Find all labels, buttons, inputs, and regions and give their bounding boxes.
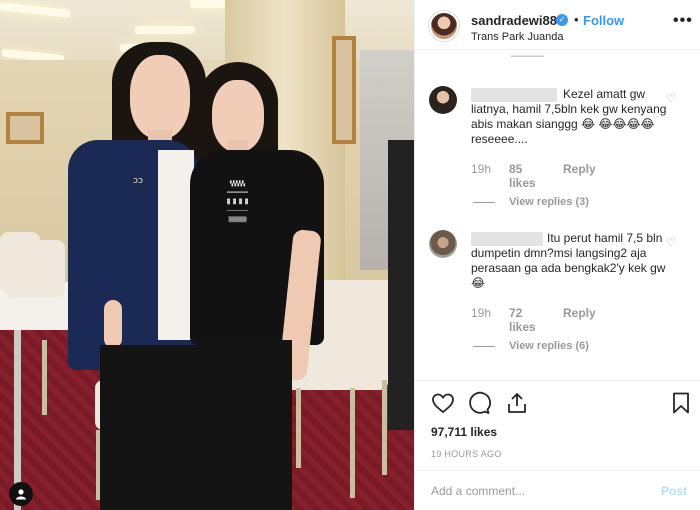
comment-time[interactable]: 19h [471, 306, 491, 320]
comment-like-icon[interactable]: ♡ [666, 92, 676, 105]
reply-button[interactable]: Reply [563, 306, 596, 320]
black-pants [100, 345, 200, 510]
post-timestamp[interactable]: 19 HOURS AGO [431, 449, 502, 459]
wall-picture-frame [332, 36, 356, 144]
comment-time[interactable]: 19h [471, 162, 491, 176]
verified-badge-icon: ✓ [556, 14, 568, 26]
post-comment-button[interactable]: Post [661, 484, 687, 498]
post-actions: 97,711 likes 19 HOURS AGO [415, 380, 700, 470]
view-replies-button[interactable]: View replies (3) [473, 196, 589, 208]
commenter-avatar[interactable] [429, 86, 457, 114]
scrolled-view-replies: ——— [511, 50, 554, 62]
author-avatar[interactable] [429, 11, 459, 41]
add-comment-input[interactable] [431, 483, 631, 499]
face [130, 55, 190, 139]
more-options-icon[interactable]: ••• [673, 12, 693, 30]
author-username[interactable]: sandradewi88 [471, 13, 557, 28]
comment-text: Kezel amatt gw liatnya, hamil 7,5bln kek… [471, 87, 667, 146]
share-icon[interactable] [505, 391, 529, 415]
wall-picture-frame [6, 112, 44, 144]
bystander [388, 140, 414, 430]
tshirt-print: ▚▚▚▚▚ ═══════ ▓ ▓ ▓ ▓ ─────── ▒▒▒▒▒▒ [226, 181, 249, 223]
post-likes-count[interactable]: 97,711 likes [431, 425, 497, 439]
post-header: sandradewi88 ✓ • Follow Trans Park Juand… [415, 0, 700, 50]
commenter-avatar[interactable] [429, 230, 457, 258]
view-replies-button[interactable]: View replies (6) [473, 340, 589, 352]
tagged-users-button[interactable] [9, 482, 33, 506]
add-comment-bar: Post [415, 470, 700, 510]
comment-likes[interactable]: 85 likes [509, 162, 536, 190]
comment-likes[interactable]: 72 likes [509, 306, 536, 334]
instagram-user-icon [16, 489, 26, 500]
white-top [158, 150, 194, 340]
post-side-panel: sandradewi88 ✓ • Follow Trans Park Juand… [414, 0, 700, 510]
location-link[interactable]: Trans Park Juanda [471, 31, 564, 43]
comments-list[interactable]: ——— Kezel amatt gw liatnya, hamil 7,5bln… [415, 50, 700, 380]
chair [5, 240, 65, 298]
comment-like-icon[interactable]: ♡ [666, 236, 676, 249]
reply-button[interactable]: Reply [563, 162, 596, 176]
comment-text: Itu perut hamil 7,5 bln dumpetin dmn?msi… [471, 231, 666, 290]
black-pants [198, 340, 292, 510]
follow-button[interactable]: Follow [583, 13, 624, 28]
post-photo[interactable]: ↄↄ ▚▚▚▚▚ ═══════ ▓ ▓ ▓ ▓ ─────── ▒▒▒▒▒▒ [0, 0, 414, 510]
ceiling-light [135, 26, 195, 34]
brooch: ↄↄ [133, 176, 143, 186]
comment-icon[interactable] [467, 391, 491, 415]
bookmark-icon[interactable] [669, 391, 693, 415]
heart-icon[interactable] [431, 391, 455, 415]
header-separator: • [574, 12, 579, 27]
ceiling-light [190, 0, 228, 8]
